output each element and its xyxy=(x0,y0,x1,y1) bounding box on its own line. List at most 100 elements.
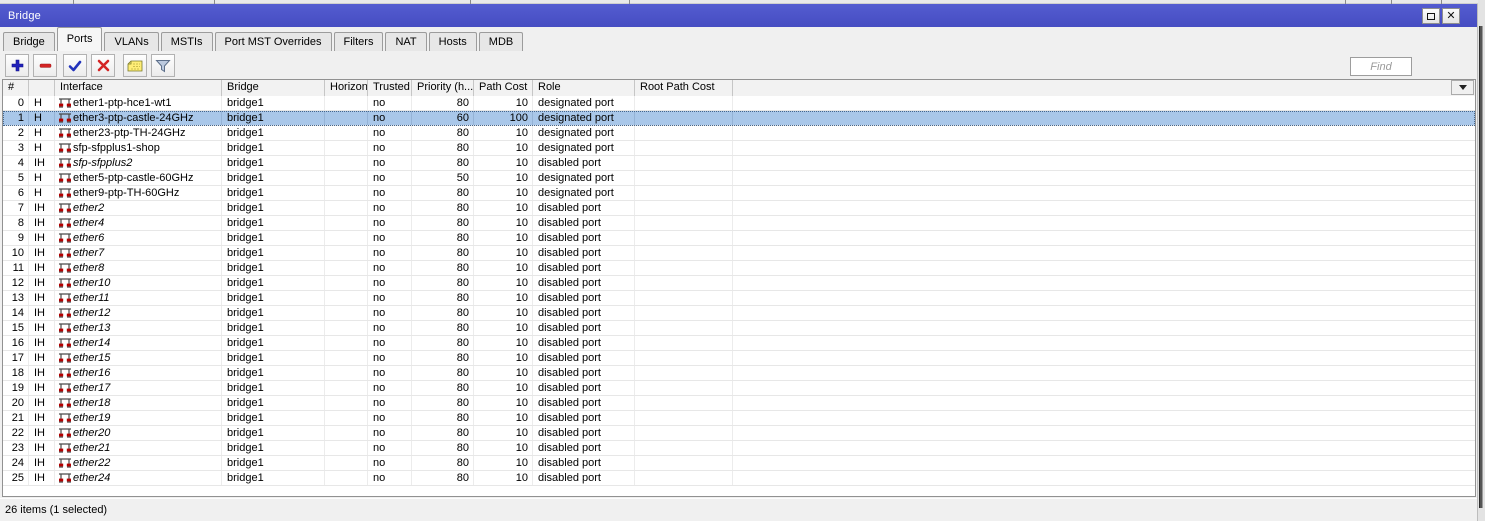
cell-num: 18 xyxy=(3,366,29,380)
table-row[interactable]: 6H ether9-ptp-TH-60GHz bridge1 no 80 10 desig… xyxy=(3,186,1475,201)
cell-flags: IH xyxy=(29,216,55,230)
cell-num: 17 xyxy=(3,351,29,365)
find-input[interactable] xyxy=(1350,57,1412,76)
column-header-priority[interactable]: Priority (h... xyxy=(412,80,474,96)
table-row[interactable]: 21 IH ether19 bridge1 no 80 10 disabled port xyxy=(3,411,1475,426)
table-row[interactable]: 8 IH ether4 bridge1 no 80 10 disabled port xyxy=(3,216,1475,231)
interface-icon xyxy=(59,278,71,288)
table-row[interactable]: 24 IH ether22 bridge1 no 80 10 disabled port xyxy=(3,456,1475,471)
column-dropdown-button[interactable] xyxy=(1451,80,1474,95)
table-row[interactable]: 2H ether23-ptp-TH-24GHz bridge1 no 80 10 desi… xyxy=(3,126,1475,141)
cell-path_cost: 10 xyxy=(474,171,533,185)
table-row[interactable]: 19 IH ether17 bridge1 no 80 10 disabled port xyxy=(3,381,1475,396)
cell-root_path_cost xyxy=(635,351,733,365)
table-row[interactable]: 23 IH ether21 bridge1 no 80 10 disabled port xyxy=(3,441,1475,456)
interface-icon xyxy=(59,173,71,183)
cell-root_path_cost xyxy=(635,426,733,440)
cell-bridge: bridge1 xyxy=(222,441,325,455)
table-row[interactable]: 3H sfp-sfpplus1-shop bridge1 no 80 10 designa… xyxy=(3,141,1475,156)
table-row[interactable]: 20 IH ether18 bridge1 no 80 10 disabled port xyxy=(3,396,1475,411)
table-row[interactable]: 5H ether5-ptp-castle-60GHz bridge1 no 50 10 d… xyxy=(3,171,1475,186)
table-row[interactable]: 22 IH ether20 bridge1 no 80 10 disabled port xyxy=(3,426,1475,441)
tab-port-mst-overrides[interactable]: Port MST Overrides xyxy=(214,32,332,51)
tab-mdb[interactable]: MDB xyxy=(478,32,524,51)
cell-trusted: no xyxy=(368,126,412,140)
cell-trusted: no xyxy=(368,246,412,260)
enable-button[interactable] xyxy=(63,54,87,77)
interface-name: ether19 xyxy=(73,412,111,424)
table-row[interactable]: 7 IH ether2 bridge1 no 80 10 disabled port xyxy=(3,201,1475,216)
cell-flags: H xyxy=(29,126,55,140)
x-icon xyxy=(97,59,109,72)
tab-bridge[interactable]: Bridge xyxy=(3,32,55,51)
cell-num: 11 xyxy=(3,261,29,275)
table-row[interactable]: 11 IH ether8 bridge1 no 80 10 disabled port xyxy=(3,261,1475,276)
cell-flags: H xyxy=(29,171,55,185)
tab-hosts[interactable]: Hosts xyxy=(428,32,477,51)
column-header-root_path_cost[interactable]: Root Path Cost xyxy=(635,80,733,96)
table-row[interactable]: 15 IH ether13 bridge1 no 80 10 disabled port xyxy=(3,321,1475,336)
table-row[interactable]: 4 IH sfp-sfpplus2 bridge1 no 80 10 disabled po… xyxy=(3,156,1475,171)
column-header-trusted[interactable]: Trusted xyxy=(368,80,412,96)
maximize-button[interactable] xyxy=(1422,8,1440,24)
cell-priority: 80 xyxy=(412,426,474,440)
add-button[interactable] xyxy=(5,54,29,77)
cell-root_path_cost xyxy=(635,336,733,350)
interface-name: ether20 xyxy=(73,427,111,439)
cell-path_cost: 10 xyxy=(474,291,533,305)
interface-icon xyxy=(59,473,71,483)
column-header-path_cost[interactable]: Path Cost xyxy=(474,80,533,96)
filter-button[interactable] xyxy=(151,54,175,77)
table-row[interactable]: 14 IH ether12 bridge1 no 80 10 disabled port xyxy=(3,306,1475,321)
table-row[interactable]: 9 IH ether6 bridge1 no 80 10 disabled port xyxy=(3,231,1475,246)
cell-num: 20 xyxy=(3,396,29,410)
column-header-bridge[interactable]: Bridge xyxy=(222,80,325,96)
cell-num: 23 xyxy=(3,441,29,455)
column-header-role[interactable]: Role xyxy=(533,80,635,96)
cell-flags: IH xyxy=(29,201,55,215)
tab-ports[interactable]: Ports xyxy=(56,27,103,51)
remove-button[interactable] xyxy=(33,54,57,77)
table-row[interactable]: 18 IH ether16 bridge1 no 80 10 disabled port xyxy=(3,366,1475,381)
column-header-interface[interactable]: Interface xyxy=(55,80,222,96)
title-bar[interactable]: Bridge ✕ xyxy=(0,4,1477,27)
interface-icon xyxy=(59,263,71,273)
table-row[interactable]: 10 IH ether7 bridge1 no 80 10 disabled port xyxy=(3,246,1475,261)
cell-path_cost: 10 xyxy=(474,276,533,290)
column-header-num[interactable]: # xyxy=(3,80,29,96)
cell-root_path_cost xyxy=(635,171,733,185)
cell-flags: IH xyxy=(29,441,55,455)
cell-num: 21 xyxy=(3,411,29,425)
disable-button[interactable] xyxy=(91,54,115,77)
status-bar: 26 items (1 selected) xyxy=(0,498,1477,521)
cell-root_path_cost xyxy=(635,141,733,155)
cell-interface: ether12 xyxy=(55,306,222,320)
table-row[interactable]: 13 IH ether11 bridge1 no 80 10 disabled port xyxy=(3,291,1475,306)
table-row[interactable]: 25 IH ether24 bridge1 no 80 10 disabled port xyxy=(3,471,1475,486)
cell-path_cost: 10 xyxy=(474,141,533,155)
close-button[interactable]: ✕ xyxy=(1442,8,1460,24)
table-row[interactable]: 0H ether1-ptp-hce1-wt1 bridge1 no 80 10 desig… xyxy=(3,96,1475,111)
cell-horizon xyxy=(325,261,368,275)
column-header-horizon[interactable]: Horizon xyxy=(325,80,368,96)
cell-bridge: bridge1 xyxy=(222,171,325,185)
column-header-flags[interactable] xyxy=(29,80,55,96)
cell-root_path_cost xyxy=(635,411,733,425)
tab-nat[interactable]: NAT xyxy=(385,32,427,51)
tab-vlans[interactable]: VLANs xyxy=(104,32,159,51)
table-row[interactable]: 17 IH ether15 bridge1 no 80 10 disabled port xyxy=(3,351,1475,366)
table-row[interactable]: 12 IH ether10 bridge1 no 80 10 disabled port xyxy=(3,276,1475,291)
interface-name: ether18 xyxy=(73,397,111,409)
table-header-row: # Interface Bridge Horizon Trusted Priority (… xyxy=(3,80,1475,96)
table-row[interactable]: 1H ether3-ptp-castle-24GHz bridge1 no 60 100… xyxy=(3,111,1475,126)
comment-button[interactable] xyxy=(123,54,147,77)
cell-trusted: no xyxy=(368,336,412,350)
tab-filters[interactable]: Filters xyxy=(333,32,384,51)
maximize-icon xyxy=(1427,12,1435,20)
tab-mstis[interactable]: MSTIs xyxy=(160,32,213,51)
cell-horizon xyxy=(325,366,368,380)
cell-horizon xyxy=(325,276,368,290)
comment-note-icon xyxy=(127,60,143,71)
table-row[interactable]: 16 IH ether14 bridge1 no 80 10 disabled port xyxy=(3,336,1475,351)
cell-priority: 80 xyxy=(412,381,474,395)
